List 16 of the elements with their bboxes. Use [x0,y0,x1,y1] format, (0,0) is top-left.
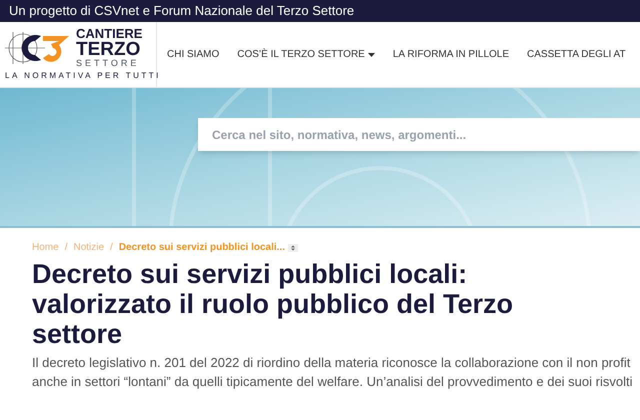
search-field[interactable]: Cerca nel sito, normativa, news, argomenti... [198,118,640,151]
nav-link[interactable]: LA RIFORMA IN PILLOLE [392,47,510,62]
article-title: Decreto sui servizi pubblici locali: valorizzato il ruolo pubblico del Terzo settore [32,259,514,349]
nav-link[interactable]: CHI SIAMO [167,47,220,62]
top-bar-text: Un progetto di CSVnet e Forum Nazionale del Terzo Settore [9,2,354,20]
breadcrumb-separator: / [64,241,68,255]
site-logo[interactable]: CANTIERE TERZO SETTORE LA NORMATIVA PER TUTTI [0,22,157,87]
logo-text: CANTIERE [76,27,142,40]
logo-text: TERZO [76,40,142,59]
breadcrumb-separator: / [110,241,113,255]
logo-text: SETTORE [76,59,140,68]
nav-link[interactable]: CASSETTA DEGLI AT [527,47,626,62]
article-summary: Il decreto legislativo n. 201 del 2022 di riordino della materia riconosce la collaborazione con il non profit anche in settori “lontani” da quelli tipicamente del welfare. Un’analisi del provvedimento e dei suoi risvolti [32,354,634,391]
logo-tagline: LA NORMATIVA PER TUTTI [5,70,156,82]
sort-arrows-icon[interactable] [288,244,298,252]
nav-link[interactable]: COS’È IL TERZO SETTORE [237,47,375,62]
